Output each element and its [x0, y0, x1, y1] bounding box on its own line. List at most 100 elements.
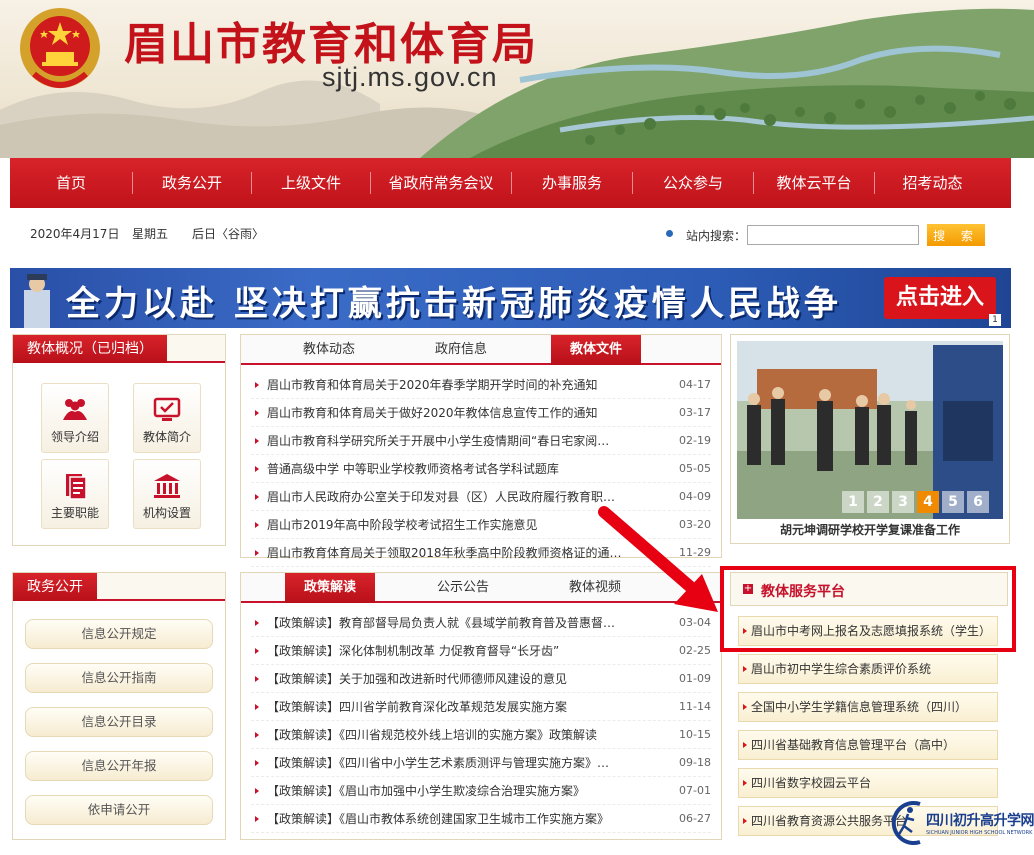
nav-admissions[interactable]: 招考动态 — [875, 158, 990, 208]
list-item[interactable]: 眉山市教育和体育局关于做好2020年教体信息宣传工作的通知 03-17 — [251, 399, 711, 427]
nav-provincial-meeting[interactable]: 省政府常务会议 — [371, 158, 511, 208]
nav-home[interactable]: 首页 — [10, 158, 132, 208]
main-nav: 首页 政务公开 上级文件 省政府常务会议 办事服务 公众参与 教体云平台 招考动… — [10, 158, 1011, 208]
arrow-icon — [255, 648, 259, 654]
arrow-icon — [255, 410, 259, 416]
open-gov-link[interactable]: 信息公开指南 — [25, 663, 213, 693]
list-item[interactable]: 【政策解读】《眉山市教体系统创建国家卫生城市工作实施方案》 06-27 — [251, 805, 711, 833]
enter-button[interactable]: 点击进入 — [884, 277, 996, 319]
nav-gov-affairs[interactable]: 政务公开 — [133, 158, 251, 208]
current-date: 2020年4月17日 — [30, 227, 120, 241]
list-item[interactable]: 普通高级中学 中等职业学校教师资格考试各学科试题库 05-05 — [251, 455, 711, 483]
tile-organization[interactable]: 机构设置 — [133, 459, 201, 529]
annotation-arrow-icon — [598, 506, 718, 612]
tile-label: 机构设置 — [142, 506, 191, 520]
arrow-icon — [743, 818, 747, 824]
slide-caption[interactable]: 胡元坤调研学校开学复课准备工作 — [731, 521, 1009, 538]
list-item[interactable]: 【政策解读】《眉山市加强中小学生欺凌综合治理实施方案》 07-01 — [251, 777, 711, 805]
overview-panel: 教体概况（已归档） 领导介绍 教体简介 主要职能 机构设置 — [12, 334, 226, 546]
service-link-digital-campus[interactable]: 四川省数字校园云平台 — [738, 768, 998, 798]
panel-title: 教体概况（已归档） — [13, 335, 167, 363]
list-item[interactable]: 眉山市教育和体育局关于2020年春季学期开学时间的补充通知 04-17 — [251, 371, 711, 399]
arrow-icon — [743, 780, 747, 786]
open-gov-link[interactable]: 信息公开年报 — [25, 751, 213, 781]
policy-list: 【政策解读】教育部督导局负责人就《县域学前教育普及普惠督… 03-04 【政策解读… — [251, 609, 711, 833]
search-label: 站内搜索： — [686, 229, 747, 243]
open-gov-link[interactable]: 信息公开规定 — [25, 619, 213, 649]
search-input[interactable] — [747, 225, 919, 245]
list-item[interactable]: 眉山市教育科学研究所关于开展中小学生疫情期间“春日宅家阅… 02-19 — [251, 427, 711, 455]
list-item[interactable]: 【政策解读】《四川省规范校外线上培训的实施方案》政策解读 10-15 — [251, 721, 711, 749]
campaign-slogan: 全力以赴 坚决打赢抗击新冠肺炎疫情人民战争 — [66, 284, 842, 324]
slide-page-5[interactable]: 5 — [942, 491, 964, 513]
list-item[interactable]: 【政策解读】四川省学前教育深化改革规范发展实施方案 11-14 — [251, 693, 711, 721]
list-item[interactable]: 【政策解读】深化体制机制改革 力促教育督导“长牙齿” 02-25 — [251, 637, 711, 665]
news-tabs: 教体动态 政府信息 教体文件 — [241, 335, 721, 365]
nav-superior-docs[interactable]: 上级文件 — [252, 158, 370, 208]
arrow-icon — [255, 760, 259, 766]
arrow-icon — [255, 676, 259, 682]
monitor-icon — [153, 397, 181, 421]
campaign-banner[interactable]: 全力以赴 坚决打赢抗击新冠肺炎疫情人民战争 点击进入 1 — [10, 268, 1011, 328]
watermark-subtext: SICHUAN JUNIOR HIGH SCHOOL NETWORK — [926, 830, 1033, 836]
panel-header: 政务公开 — [13, 573, 225, 601]
news-photo[interactable]: 1 2 3 4 5 6 — [737, 341, 1003, 519]
arrow-icon — [255, 816, 259, 822]
tab-policy[interactable]: 政策解读 — [285, 573, 375, 603]
slide-page-4[interactable]: 4 — [917, 491, 939, 513]
tile-intro[interactable]: 教体简介 — [133, 383, 201, 453]
service-link-highschool-platform[interactable]: 四川省基础教育信息管理平台（高中） — [738, 730, 998, 760]
people-icon — [63, 399, 87, 420]
open-gov-link[interactable]: 信息公开目录 — [25, 707, 213, 737]
tile-label: 主要职能 — [50, 506, 99, 520]
arrow-icon — [743, 666, 747, 672]
nav-edu-cloud[interactable]: 教体云平台 — [754, 158, 874, 208]
watermark-text: 四川初升高升学网 — [926, 813, 1034, 829]
tile-functions[interactable]: 主要职能 — [41, 459, 109, 529]
open-gov-link[interactable]: 依申请公开 — [25, 795, 213, 825]
arrow-icon — [255, 704, 259, 710]
tab-gov-info[interactable]: 政府信息 — [413, 335, 509, 365]
slide-page-3[interactable]: 3 — [892, 491, 914, 513]
bullet-icon — [666, 230, 673, 237]
arrow-icon — [255, 732, 259, 738]
nav-public-participation[interactable]: 公众参与 — [633, 158, 753, 208]
slide-page-6[interactable]: 6 — [967, 491, 989, 513]
arrow-icon — [255, 788, 259, 794]
watermark-logo: 四川初升高升学网 SICHUAN JUNIOR HIGH SCHOOL NETW… — [884, 798, 1034, 848]
runner-logo-icon — [891, 801, 921, 845]
service-link-evaluation[interactable]: 眉山市初中学生综合素质评价系统 — [738, 654, 998, 684]
arrow-icon — [255, 620, 259, 626]
weekday: 星期五 — [132, 227, 169, 241]
arrow-icon — [743, 704, 747, 710]
site-url: sjtj.ms.gov.cn — [322, 62, 498, 92]
open-gov-panel: 政务公开 信息公开规定 信息公开指南 信息公开目录 信息公开年报 依申请公开 — [12, 572, 226, 840]
panel-header: 教体概况（已归档） — [13, 335, 225, 363]
search-button[interactable]: 搜 索 — [927, 224, 985, 246]
arrow-icon — [255, 522, 259, 528]
date-bar: 2020年4月17日 星期五 后日〈谷雨〉 站内搜索： 搜 索 — [10, 208, 1011, 258]
solar-term: 后日〈谷雨〉 — [192, 227, 265, 241]
tile-leadership[interactable]: 领导介绍 — [41, 383, 109, 453]
list-item[interactable]: 【政策解读】《四川省中小学生艺术素质测评与管理实施方案》… 09-18 — [251, 749, 711, 777]
tab-edu-docs[interactable]: 教体文件 — [551, 335, 641, 365]
highlight-frame — [720, 566, 1016, 652]
slide-pager: 1 2 3 4 5 6 — [842, 491, 989, 513]
tab-edu-updates[interactable]: 教体动态 — [281, 335, 377, 365]
document-icon — [66, 474, 87, 500]
arrow-icon — [255, 466, 259, 472]
arrow-icon — [255, 550, 259, 556]
list-item[interactable]: 【政策解读】关于加强和改进新时代师德师风建设的意见 01-09 — [251, 665, 711, 693]
tab-notices[interactable]: 公示公告 — [415, 573, 511, 603]
slide-page-1[interactable]: 1 — [842, 491, 864, 513]
arrow-icon — [255, 382, 259, 388]
nav-services[interactable]: 办事服务 — [512, 158, 632, 208]
police-officer-image — [24, 274, 50, 328]
building-icon — [154, 474, 180, 498]
slide-page-2[interactable]: 2 — [867, 491, 889, 513]
tile-label: 领导介绍 — [50, 430, 99, 444]
national-emblem-icon — [20, 8, 100, 88]
service-link-student-records[interactable]: 全国中小学生学籍信息管理系统（四川） — [738, 692, 998, 722]
arrow-icon — [255, 438, 259, 444]
slide-index: 1 — [989, 314, 1001, 326]
